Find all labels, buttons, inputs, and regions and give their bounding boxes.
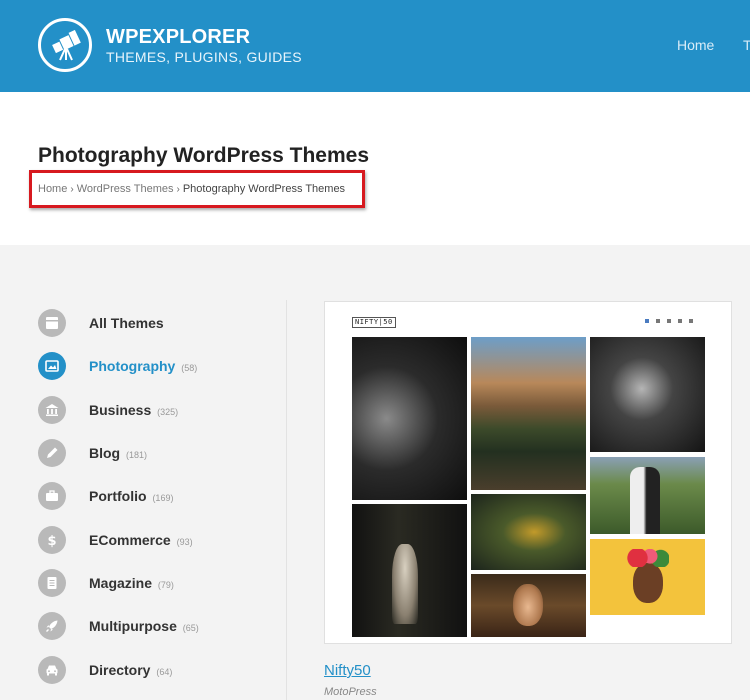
breadcrumb-wordpress-themes[interactable]: WordPress Themes <box>77 183 174 195</box>
pencil-icon <box>38 439 66 467</box>
bank-icon <box>38 396 66 424</box>
car-icon <box>38 656 66 684</box>
category-count: (64) <box>156 667 173 677</box>
site-brand-name[interactable]: WPEXPLORER <box>106 26 250 49</box>
site-tagline: THEMES, PLUGINS, GUIDES <box>106 49 302 65</box>
breadcrumb-home[interactable]: Home <box>38 183 67 195</box>
category-count: (65) <box>182 623 199 633</box>
preview-photo <box>352 337 467 500</box>
nav-link-themes[interactable]: T <box>743 37 750 53</box>
sidebar-item-label: ECommerce (93) <box>89 532 193 548</box>
sidebar-item-photography[interactable]: Photography (58) <box>38 352 278 380</box>
sidebar-item-business[interactable]: Business (325) <box>38 396 278 424</box>
telescope-icon[interactable] <box>38 18 92 72</box>
preview-photo <box>471 494 586 570</box>
site-header: WPEXPLORER THEMES, PLUGINS, GUIDES Home … <box>0 0 750 92</box>
image-icon <box>38 352 66 380</box>
preview-photo <box>590 457 705 534</box>
sidebar-item-label: Portfolio (169) <box>89 488 174 504</box>
theme-preview-card[interactable]: NIFTY|50 <box>324 301 732 644</box>
sidebar-item-multipurpose[interactable]: Multipurpose (65) <box>38 612 278 640</box>
category-count: (79) <box>157 580 174 590</box>
preview-photo <box>471 574 586 637</box>
document-icon <box>38 569 66 597</box>
sidebar-item-label: Photography (58) <box>89 358 198 374</box>
briefcase-icon <box>38 482 66 510</box>
preview-photo <box>471 337 586 490</box>
sidebar-item-magazine[interactable]: Magazine (79) <box>38 569 278 597</box>
sidebar-item-label: Blog (181) <box>89 445 148 461</box>
breadcrumb-separator: › <box>70 184 74 195</box>
sidebar-item-label: Directory (64) <box>89 662 173 678</box>
theme-title-link[interactable]: Nifty50 <box>324 662 371 679</box>
sidebar-item-label: All Themes <box>89 315 164 331</box>
preview-photo <box>352 504 467 637</box>
breadcrumb: Home › WordPress Themes › Photography WordPr… <box>38 183 345 195</box>
sidebar-item-all-themes[interactable]: All Themes <box>38 309 278 337</box>
grid-icon <box>38 309 66 337</box>
breadcrumb-current: Photography WordPress Themes <box>182 183 346 195</box>
sidebar-item-portfolio[interactable]: Portfolio (169) <box>38 482 278 510</box>
svg-text:$: $ <box>47 534 56 548</box>
theme-author: MotoPress <box>324 686 377 698</box>
category-count: (325) <box>157 407 179 417</box>
dollar-icon: $ <box>38 526 66 554</box>
category-count: (181) <box>126 450 148 460</box>
sidebar-item-blog[interactable]: Blog (181) <box>38 439 278 467</box>
rocket-icon <box>38 612 66 640</box>
category-count: (169) <box>152 493 174 503</box>
sidebar-item-label: Multipurpose (65) <box>89 618 199 634</box>
page-title: Photography WordPress Themes <box>38 144 370 167</box>
sidebar-item-label: Magazine (79) <box>89 575 174 591</box>
category-count: (93) <box>176 537 193 547</box>
sidebar-item-ecommerce[interactable]: $ ECommerce (93) <box>38 526 278 554</box>
sidebar-item-label: Business (325) <box>89 402 179 418</box>
sidebar-divider <box>286 300 287 700</box>
preview-photo <box>590 539 705 615</box>
breadcrumb-separator: › <box>176 184 180 195</box>
preview-logo: NIFTY|50 <box>352 317 396 328</box>
category-count: (58) <box>181 363 198 373</box>
preview-social-icons <box>645 319 700 323</box>
preview-photo <box>590 337 705 452</box>
nav-link-home[interactable]: Home <box>677 37 714 53</box>
sidebar-item-directory[interactable]: Directory (64) <box>38 656 278 684</box>
